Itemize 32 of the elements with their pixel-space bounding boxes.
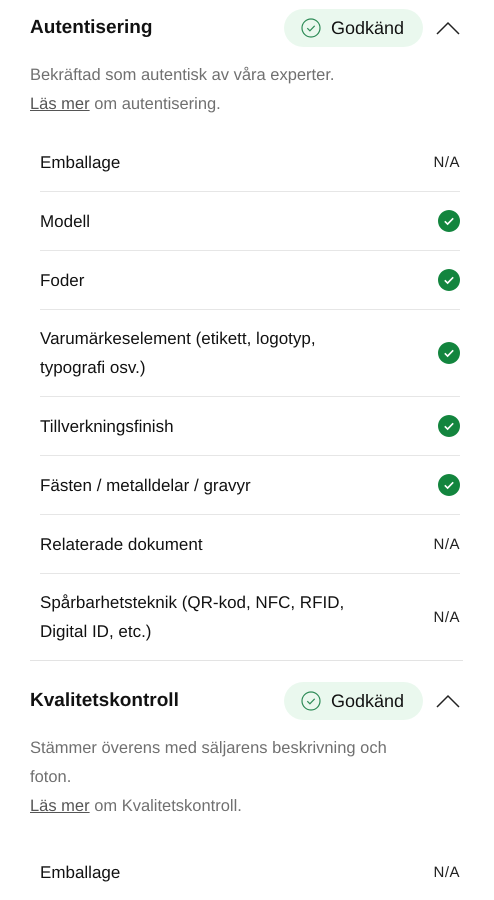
check-circle-icon bbox=[300, 18, 321, 38]
criterion-label: Varumärkeselement (etikett, logotyp, typografi osv.) bbox=[40, 328, 317, 379]
check-icon bbox=[438, 210, 460, 232]
result-text: N/A bbox=[433, 536, 460, 552]
criterion-label: Spårbarhetsteknik (QR-kod, NFC, RFID, Digital ID, etc.) bbox=[40, 592, 346, 643]
status-text: Godkänd bbox=[330, 18, 404, 38]
read-more-text: Läs mer om autentisering. bbox=[30, 94, 222, 115]
section-description: Stämmer överens med säljarens beskrivning och foton. bbox=[30, 738, 388, 788]
result-text: N/A bbox=[433, 864, 460, 881]
check-icon bbox=[438, 415, 460, 437]
check-icon bbox=[438, 474, 460, 496]
result-text: N/A bbox=[433, 154, 460, 170]
criterion-label: Relaterade dokument bbox=[40, 534, 204, 556]
check-icon bbox=[438, 269, 460, 291]
read-more-link[interactable]: Läs mer bbox=[30, 95, 90, 113]
check-icon bbox=[438, 342, 460, 364]
result-text: N/A bbox=[433, 608, 460, 626]
chevron-up-icon bbox=[435, 693, 461, 709]
criterion-label: Fästen / metalldelar / gravyr bbox=[40, 474, 252, 496]
criterion-label: Emballage bbox=[40, 862, 122, 884]
criterion-label: Foder bbox=[40, 270, 86, 292]
criterion-label: Emballage bbox=[40, 152, 122, 174]
section-title: Autentisering bbox=[30, 17, 154, 39]
criterion-label: Modell bbox=[40, 210, 92, 232]
section-title: Kvalitetskontroll bbox=[30, 690, 180, 712]
section-description: Bekräftad som autentisk av våra experter. bbox=[30, 65, 336, 86]
chevron-up-icon bbox=[435, 20, 461, 36]
criterion-label: Tillverkningsfinish bbox=[40, 416, 175, 438]
read-more-link[interactable]: Läs mer bbox=[30, 797, 90, 815]
status-text: Godkänd bbox=[330, 690, 404, 712]
read-more-text: Läs mer om Kvalitetskontroll. bbox=[30, 796, 243, 817]
check-circle-icon bbox=[300, 691, 321, 711]
